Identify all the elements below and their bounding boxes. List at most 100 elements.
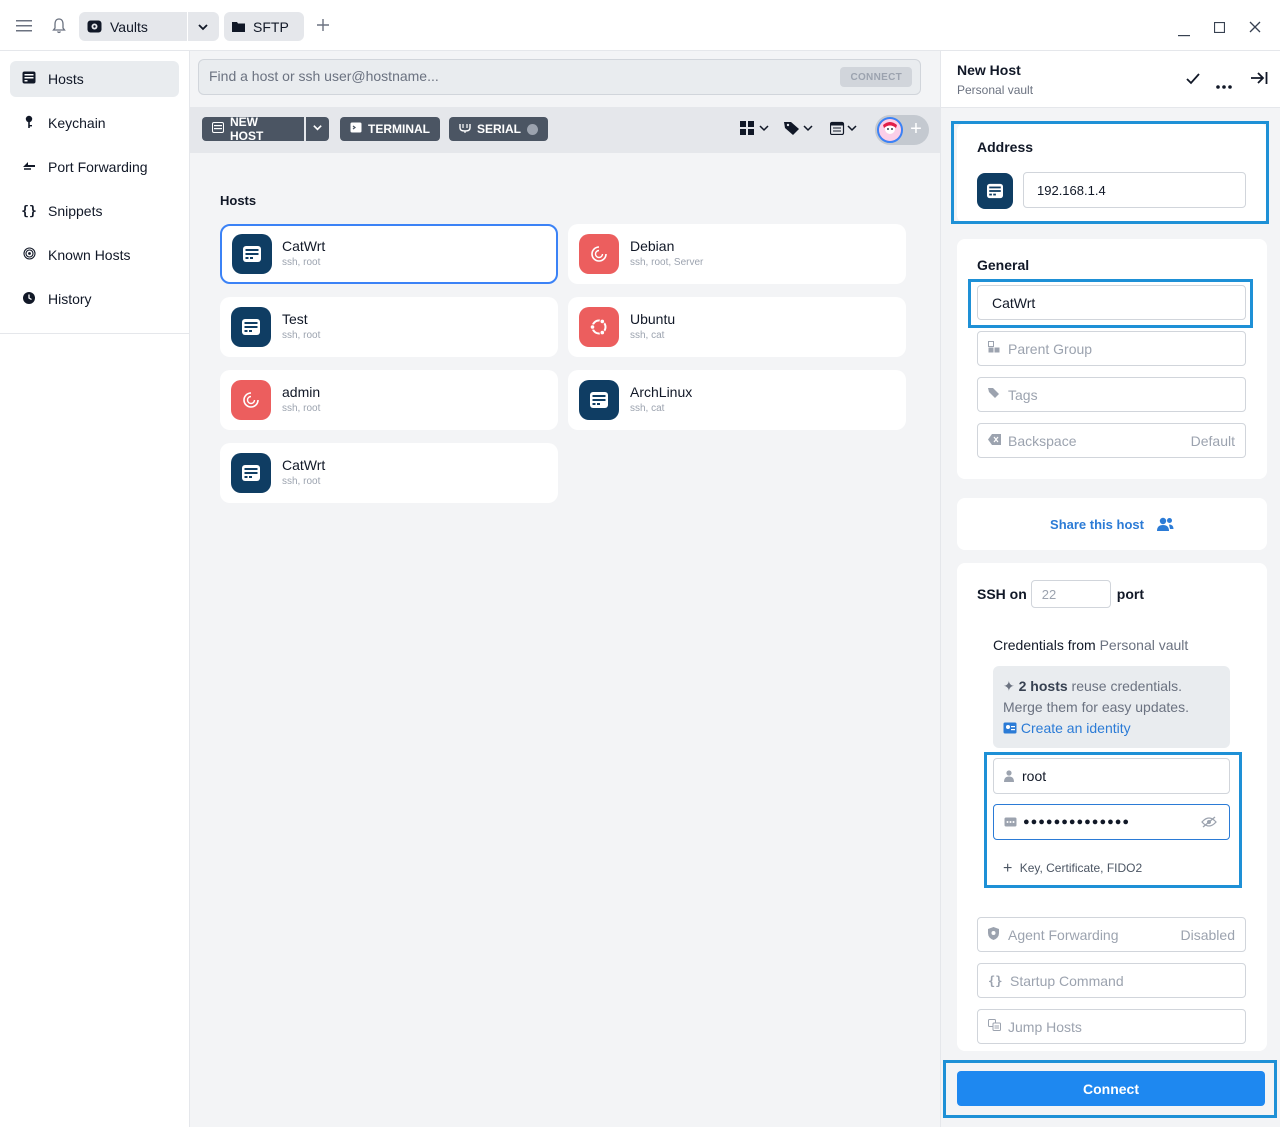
merge-count: 2 hosts (1018, 678, 1068, 694)
grid-view-icon[interactable] (740, 121, 770, 139)
sftp-label: SFTP (253, 18, 289, 35)
parent-group-field[interactable]: Parent Group (977, 331, 1246, 366)
port-label: port (1116, 586, 1144, 602)
debian-icon (231, 380, 271, 420)
host-name: Debian (630, 238, 675, 254)
sidebar-item-history[interactable]: History (10, 281, 179, 317)
server-icon (232, 234, 272, 274)
agent-forwarding-field[interactable]: Agent Forwarding Disabled (977, 917, 1246, 952)
collapse-panel-icon[interactable] (1250, 71, 1268, 90)
ssh-on-label: SSH on (977, 586, 1027, 602)
host-details: ssh, root (282, 257, 321, 268)
host-details: ssh, cat (630, 330, 665, 341)
port-input[interactable]: 22 (1030, 580, 1111, 608)
terminal-icon (350, 122, 362, 136)
create-identity-link[interactable]: Create an identity (1003, 720, 1131, 736)
sftp-tab[interactable]: SFTP (224, 12, 304, 41)
vault-icon (87, 20, 102, 33)
toolbar: NEW HOST TERMINAL SERIAL + (190, 107, 940, 153)
backspace-field[interactable]: Backspace Default (977, 423, 1246, 458)
shield-icon (988, 926, 1002, 943)
host-details: ssh, root, Server (630, 257, 704, 268)
agent-forwarding-label: Agent Forwarding (1008, 926, 1119, 943)
hosts-section-title: Hosts (220, 193, 257, 208)
menu-icon[interactable] (14, 16, 34, 36)
serial-icon (459, 123, 471, 136)
credentials-vault[interactable]: Personal vault (1100, 637, 1189, 653)
parent-group-label: Parent Group (1008, 340, 1093, 357)
search-bar: CONNECT (198, 59, 921, 95)
add-member-icon[interactable]: + (905, 118, 927, 140)
vaults-tab[interactable]: Vaults (79, 12, 219, 41)
folder-icon (232, 21, 245, 32)
minimize-icon[interactable] (1178, 24, 1190, 41)
sort-calendar-icon[interactable] (829, 121, 860, 139)
agent-forwarding-value: Disabled (1180, 926, 1235, 943)
chevron-down-icon[interactable] (197, 20, 209, 36)
new-host-button[interactable]: NEW HOST (202, 115, 304, 143)
sparkle-icon: ✦ (1003, 678, 1015, 694)
more-icon[interactable] (1216, 76, 1232, 94)
bell-icon[interactable] (49, 16, 69, 36)
team-avatars[interactable]: + (875, 115, 929, 145)
serial-label: SERIAL (477, 122, 522, 136)
sidebar-item-known-hosts[interactable]: Known Hosts (10, 237, 179, 273)
host-card-test[interactable]: Test ssh, root (220, 297, 558, 357)
label-highlight (968, 279, 1253, 328)
startup-command-field[interactable]: {} Startup Command (977, 963, 1246, 998)
sidebar-item-hosts[interactable]: Hosts (10, 61, 179, 97)
host-card-catwrt[interactable]: CatWrt ssh, root (220, 224, 558, 284)
main-area: CONNECT NEW HOST TERMINAL SERIAL (190, 51, 940, 1127)
maximize-icon[interactable] (1213, 20, 1226, 37)
new-host-panel: New Host Personal vault Address 192.168.… (940, 51, 1280, 1127)
terminal-button[interactable]: TERMINAL (340, 117, 440, 141)
close-icon[interactable] (1249, 20, 1261, 37)
sidebar-item-snippets[interactable]: {} Snippets (10, 193, 179, 229)
ubuntu-icon (579, 307, 619, 347)
host-details: ssh, root (282, 330, 321, 341)
fingerprint-icon (20, 247, 38, 263)
tags-field[interactable]: Tags (977, 377, 1246, 412)
quick-connect-button[interactable]: CONNECT (840, 67, 912, 87)
panel-subtitle: Personal vault (957, 83, 1034, 97)
search-input[interactable] (209, 68, 809, 84)
share-host-label: Share this host (1050, 516, 1144, 532)
server-icon (579, 380, 619, 420)
serial-button[interactable]: SERIAL (449, 117, 549, 141)
key-icon (20, 115, 38, 132)
host-card-catwrt-2[interactable]: CatWrt ssh, root (220, 443, 558, 503)
host-name: CatWrt (282, 238, 326, 254)
ssh-port-row: SSH on 22 port (977, 580, 1144, 608)
tag-icon (988, 387, 1002, 402)
general-label: General (977, 257, 1030, 273)
debian-icon (579, 234, 619, 274)
jump-hosts-label: Jump Hosts (1008, 1018, 1082, 1035)
braces-icon: {} (988, 973, 1003, 988)
host-name: Test (282, 311, 308, 327)
sidebar-item-port-forwarding[interactable]: Port Forwarding (10, 149, 179, 185)
server-icon (231, 307, 271, 347)
sidebar-item-keychain[interactable]: Keychain (10, 105, 179, 141)
credentials-from-label: Credentials from (993, 637, 1096, 653)
merge-text-2: Merge them for easy updates. (1003, 699, 1189, 715)
host-card-archlinux[interactable]: ArchLinux ssh, cat (568, 370, 906, 430)
general-card: General CatWrt Parent Group Tags Backspa… (957, 239, 1267, 479)
server-icon (212, 122, 224, 136)
tag-filter-icon[interactable] (784, 121, 816, 139)
host-card-debian[interactable]: Debian ssh, root, Server (568, 224, 906, 284)
new-host-dropdown-button[interactable] (306, 117, 329, 141)
jump-hosts-field[interactable]: Jump Hosts (977, 1009, 1246, 1044)
check-icon[interactable] (1186, 72, 1200, 90)
share-host-button[interactable]: Share this host (957, 498, 1267, 550)
host-card-ubuntu[interactable]: Ubuntu ssh, cat (568, 297, 906, 357)
new-tab-plus-icon[interactable] (316, 18, 330, 35)
sidebar-item-label: Known Hosts (48, 247, 131, 263)
sidebar-item-label: History (48, 291, 92, 307)
host-name: ArchLinux (630, 384, 693, 400)
group-icon (988, 341, 1002, 356)
host-details: ssh, root (282, 403, 321, 414)
backspace-icon (988, 433, 1002, 448)
host-card-admin[interactable]: admin ssh, root (220, 370, 558, 430)
host-name: admin (282, 384, 321, 400)
create-identity-label: Create an identity (1020, 720, 1131, 736)
